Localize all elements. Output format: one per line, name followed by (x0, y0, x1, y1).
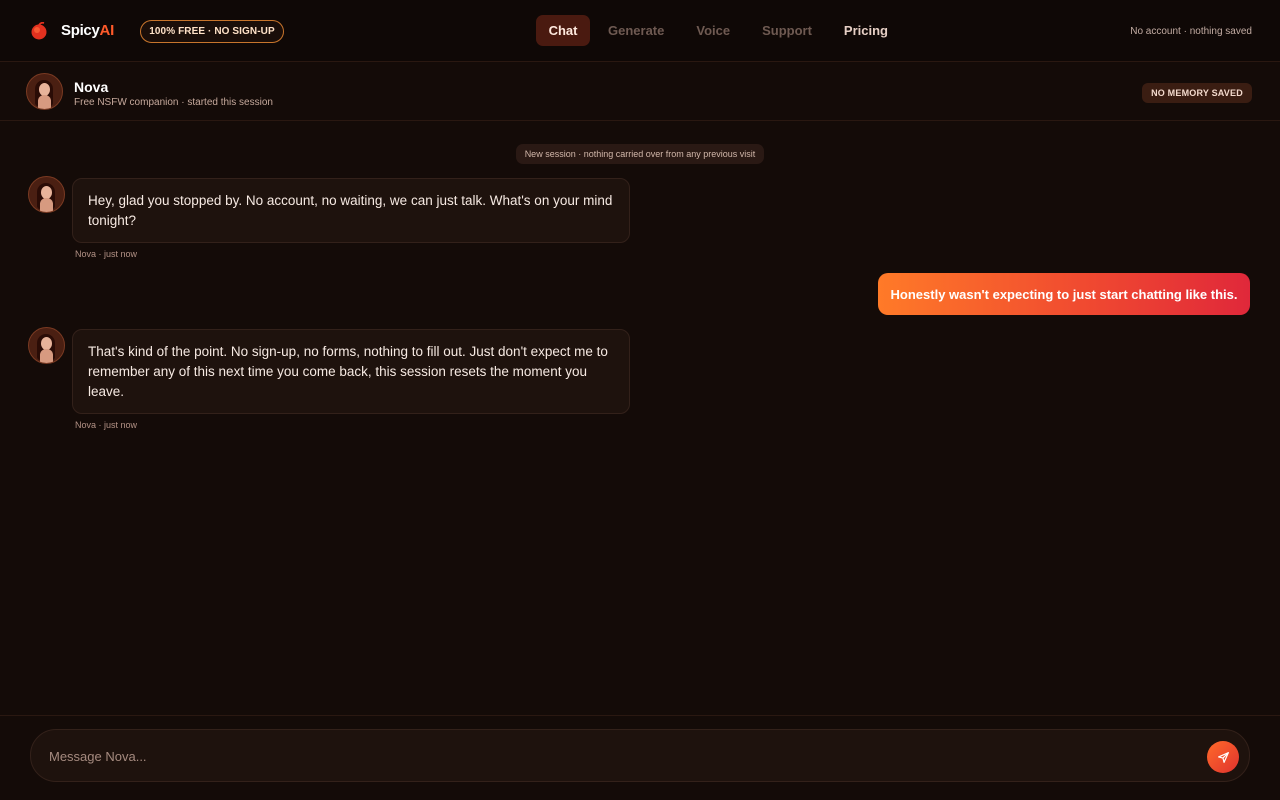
companion-header: Nova Free NSFW companion · started this … (0, 62, 1280, 121)
brand-name-accent: AI (99, 22, 115, 39)
nav-tab-voice[interactable]: Voice (682, 15, 744, 46)
brand-name-main: Spicy (61, 22, 100, 39)
nav-tab-generate[interactable]: Generate (594, 15, 678, 46)
composer (30, 729, 1250, 782)
message-avatar (28, 176, 65, 213)
companion-subtitle: Free NSFW companion · started this sessi… (74, 97, 273, 108)
session-notice: New session · nothing carried over from … (516, 144, 764, 164)
outgoing-message: Honestly wasn't expecting to just start … (878, 273, 1250, 315)
main-nav: Chat Generate Voice Support Pricing (536, 15, 906, 46)
nav-tab-chat[interactable]: Chat (536, 15, 590, 46)
message-meta: Nova · just now (75, 420, 138, 430)
send-button[interactable] (1207, 741, 1239, 773)
chili-logo-icon[interactable] (30, 22, 48, 40)
message-avatar (28, 327, 65, 364)
top-nav-bar: SpicyAI 100% FREE · NO SIGN-UP Chat Gene… (0, 0, 1280, 62)
send-icon (1217, 751, 1229, 763)
incoming-message: Hey, glad you stopped by. No account, no… (72, 178, 630, 243)
companion-name: Nova (74, 79, 109, 95)
incoming-message: That's kind of the point. No sign-up, no… (72, 329, 630, 414)
brand-name[interactable]: SpicyAI (61, 22, 114, 39)
nav-tab-support[interactable]: Support (748, 15, 826, 46)
companion-avatar[interactable] (26, 73, 63, 110)
message-meta: Nova · just now (75, 249, 138, 259)
message-input[interactable] (49, 745, 1149, 767)
composer-area (0, 715, 1280, 800)
account-status: No account · nothing saved (1130, 26, 1252, 37)
memory-status-badge: NO MEMORY SAVED (1142, 83, 1252, 103)
nav-tab-pricing[interactable]: Pricing (830, 15, 902, 46)
free-badge: 100% FREE · NO SIGN-UP (140, 20, 284, 43)
